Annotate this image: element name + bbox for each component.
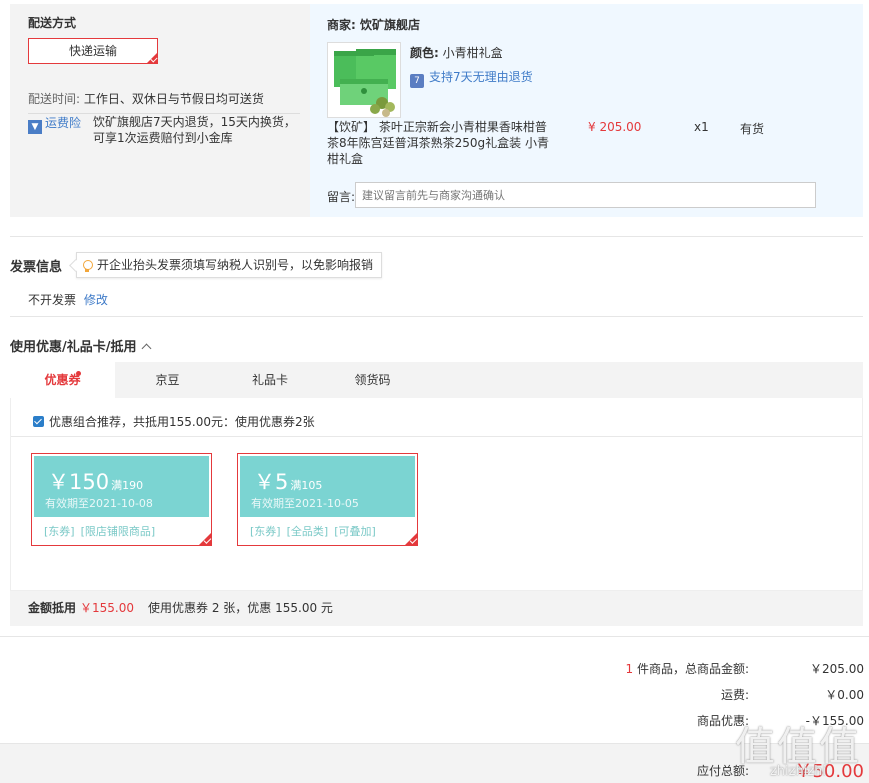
divider [0, 636, 869, 637]
coupon-expiry: 有效期至2021-10-05 [251, 497, 359, 510]
tab-coupons-label: 优惠券 [44, 373, 81, 387]
invoice-tip: 开企业抬头发票须填写纳税人识别号，以免影响报销 [76, 252, 383, 278]
coupon-panel: 优惠组合推荐，共抵用155.00元：使用优惠券2张 ￥150 满190 有效期至2… [10, 398, 863, 591]
divider [11, 436, 862, 437]
tab-pickup-code[interactable]: 领货码 [320, 362, 425, 398]
tab-jingdou[interactable]: 京豆 [115, 362, 220, 398]
shield-icon: ▼ [28, 120, 42, 134]
message-input[interactable] [355, 182, 816, 208]
coupon-card[interactable]: ￥150 满190 有效期至2021-10-08 [东券] [限店铺限商品] [31, 453, 212, 546]
freight-insurance-label: 运费险 [45, 116, 82, 130]
freight-insurance-text: 饮矿旗舰店7天内退货，15天内换货，可享1次运费赔付到小金库 [93, 115, 296, 145]
product-color-label: 颜色: [410, 46, 439, 60]
delivery-time-value: 工作日、双休日与节假日均可送货 [83, 92, 264, 106]
selected-check-icon [198, 532, 212, 546]
product-image[interactable] [327, 42, 401, 118]
coupon-amount: ￥5 满105 [254, 466, 322, 496]
selected-check-icon [404, 532, 418, 546]
tab-gift-card[interactable]: 礼品卡 [220, 362, 320, 398]
product-price: ¥ 205.00 [588, 120, 642, 134]
product-color-value: 小青柑礼盒 [442, 46, 503, 60]
freight-value: ￥0.00 [825, 688, 864, 702]
coupon-tag: [东券] [250, 525, 281, 538]
coupon-tag: [可叠加] [334, 525, 376, 538]
coupon-amount-value: ￥5 [254, 470, 289, 494]
delivery-time: 配送时间: 工作日、双休日与节假日均可送货 [28, 90, 300, 114]
shop-panel: 商家: 饮矿旗舰店 颜色: 小青柑礼盒 7 支持7天无理由退货 【饮矿】 茶叶正… [310, 4, 863, 217]
product-stock: 有货 [740, 122, 765, 136]
coupon-section-title[interactable]: 使用优惠/礼品卡/抵用 [10, 336, 151, 355]
delivery-time-label: 配送时间: [28, 92, 81, 106]
coupon-tags: [东券] [限店铺限商品] [44, 523, 161, 539]
selected-check-icon [146, 52, 158, 64]
goods-total-value: ￥205.00 [810, 662, 864, 676]
shipping-section-label: 配送方式 [28, 16, 77, 30]
tab-coupons[interactable]: 优惠券 [10, 362, 115, 398]
message-label: 留言: [327, 190, 356, 204]
recommend-combo-text: 优惠组合推荐，共抵用155.00元：使用优惠券2张 [49, 415, 315, 429]
invoice-edit-link[interactable]: 修改 [84, 293, 108, 307]
lightbulb-icon [83, 260, 93, 272]
payable-bar: 应付总额: ￥50.00 [0, 743, 869, 783]
return-policy-text: 支持7天无理由退货 [429, 70, 533, 84]
product-quantity: x1 [694, 120, 709, 134]
coupon-summary: 金额抵用 ￥155.00 使用优惠券 2 张，优惠 155.00 元 [10, 591, 863, 626]
invoice-tip-text: 开企业抬头发票须填写纳税人识别号，以免影响报销 [97, 258, 374, 272]
coupon-condition: 满190 [111, 479, 144, 492]
payable-label: 应付总额: [696, 764, 749, 778]
discount-label: 商品优惠: [696, 714, 749, 728]
express-shipping-label: 快递运输 [68, 44, 117, 58]
discount-value: -￥155.00 [805, 714, 864, 728]
invoice-status: 不开发票 修改 [28, 291, 108, 308]
coupon-tag: [东券] [44, 525, 75, 538]
checkbox-checked-icon [33, 416, 44, 427]
invoice-title: 发票信息 [10, 260, 63, 275]
goods-total-label: 1 件商品，总商品金额: [626, 660, 750, 677]
freight-insurance-badge[interactable]: ▼ 运费险 [28, 114, 81, 134]
recommend-combo-checkbox[interactable]: 优惠组合推荐，共抵用155.00元：使用优惠券2张 [33, 413, 315, 430]
coupon-tag: [限店铺限商品] [80, 525, 156, 538]
coupon-section-title-text: 使用优惠/礼品卡/抵用 [10, 340, 137, 355]
divider [10, 236, 863, 237]
goods-count-suffix: 件商品，总商品金额: [633, 662, 749, 676]
express-shipping-button[interactable]: 快递运输 [28, 38, 158, 64]
product-color: 颜色: 小青柑礼盒 [410, 44, 503, 61]
coupon-condition: 满105 [290, 479, 323, 492]
invoice-status-text: 不开发票 [28, 293, 77, 307]
coupon-tag: [全品类] [286, 525, 329, 538]
freight-label: 运费: [720, 688, 749, 702]
shipping-block: 配送方式 快递运输 配送时间: 工作日、双休日与节假日均可送货 ▼ 运费险 饮矿旗… [10, 4, 863, 217]
payable-value: ￥50.00 [794, 761, 864, 782]
coupon-summary-desc: 使用优惠券 2 张，优惠 155.00 元 [148, 601, 333, 615]
coupon-card[interactable]: ￥5 满105 有效期至2021-10-05 [东券] [全品类] [可叠加] [237, 453, 418, 546]
goods-count: 1 [625, 662, 634, 676]
divider [10, 316, 863, 317]
notification-dot-icon [76, 371, 81, 376]
shop-name: 商家: 饮矿旗舰店 [327, 18, 420, 32]
tea-gift-box-image [328, 43, 400, 117]
coupon-tags: [东券] [全品类] [可叠加] [250, 523, 382, 539]
shipping-panel: 配送方式 快递运输 配送时间: 工作日、双休日与节假日均可送货 ▼ 运费险 饮矿旗… [10, 4, 310, 217]
coupon-amount: ￥150 满190 [48, 466, 143, 496]
seven-day-return-icon: 7 [410, 74, 424, 88]
coupon-card-header: ￥5 满105 有效期至2021-10-05 [240, 456, 415, 517]
coupon-tabs: 优惠券 京豆 礼品卡 领货码 [10, 362, 863, 398]
product-title[interactable]: 【饮矿】 茶叶正宗新会小青柑果香味柑普茶8年陈宫廷普洱茶熟茶250g礼盒装 小青… [327, 119, 552, 167]
chevron-up-icon [141, 343, 151, 354]
coupon-amount-value: ￥150 [48, 470, 110, 494]
coupon-summary-amount: ￥155.00 [80, 601, 135, 615]
coupon-summary-label: 金额抵用 [28, 601, 77, 615]
return-policy: 7 支持7天无理由退货 [410, 68, 533, 88]
coupon-card-header: ￥150 满190 有效期至2021-10-08 [34, 456, 209, 517]
coupon-expiry: 有效期至2021-10-08 [45, 497, 153, 510]
